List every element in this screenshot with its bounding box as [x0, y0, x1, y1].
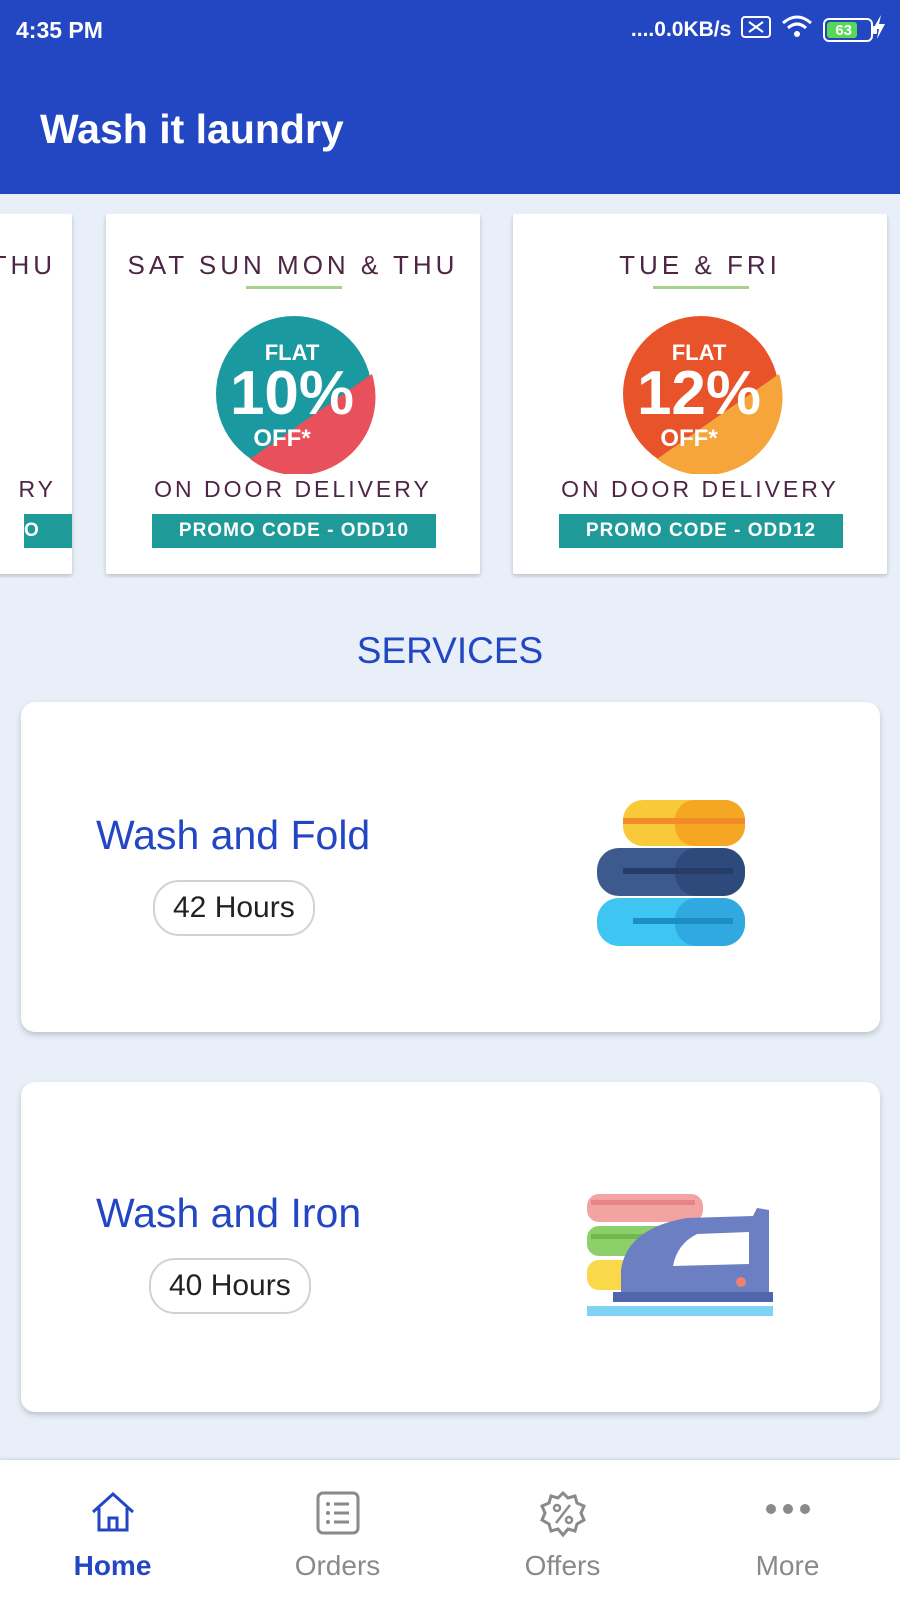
service-name: Wash and Fold — [96, 812, 371, 858]
badge-off-text: OFF* — [660, 425, 718, 452]
promo-card-12[interactable]: TUE & FRI FLAT 12% OFF* ON DOOR DELIVERY… — [513, 214, 887, 574]
discount-badge-icon — [539, 1490, 587, 1543]
promo-code: PROMO CODE - ODD12 — [559, 514, 843, 548]
sim-icon — [741, 16, 772, 44]
status-bar: 4:35 PM ....0.0KB/s 63 — [0, 0, 900, 62]
status-time: 4:35 PM — [16, 17, 103, 43]
home-icon — [89, 1490, 137, 1539]
badge-percent: 12% — [637, 359, 761, 428]
promo-card-10[interactable]: SAT SUN MON & THU FLAT 10% OFF* ON DOOR … — [106, 214, 480, 574]
promo-underline — [246, 286, 342, 289]
promo-delivery-text: ON DOOR DELIVERY — [561, 476, 839, 502]
promo-code: PROMO CODE - ODD10 — [152, 514, 436, 548]
promo-days: THU — [0, 250, 56, 280]
nav-label: Home — [73, 1550, 152, 1581]
services-heading: SERVICES — [356, 630, 544, 671]
service-name: Wash and Iron — [96, 1190, 362, 1236]
nav-item-offers[interactable]: Offers — [450, 1460, 675, 1600]
status-icons: ....0.0KB/s 63 — [631, 15, 886, 45]
service-hours-badge: 40 Hours — [149, 1258, 311, 1314]
promo-days: SAT SUN MON & THU — [127, 250, 459, 280]
nav-item-orders[interactable]: Orders — [225, 1460, 450, 1600]
nav-item-more[interactable]: More — [675, 1460, 900, 1600]
charging-icon — [872, 15, 886, 45]
nav-label: Orders — [294, 1550, 381, 1581]
app-bar: Wash it laundry — [0, 62, 900, 194]
nav-label: Offers — [524, 1550, 601, 1581]
iron-clothes-icon — [577, 1188, 777, 1333]
promo-delivery-text: ON DOOR DELIVERY — [154, 476, 432, 502]
nav-item-home[interactable]: Home — [0, 1460, 225, 1600]
promo-card-partial[interactable]: THU RY O — [0, 214, 72, 574]
service-card-wash-fold[interactable]: Wash and Fold 42 Hours — [21, 702, 880, 1032]
app-title: Wash it laundry — [40, 106, 344, 152]
bottom-navigation: Home Orders Offers More — [0, 1460, 900, 1600]
folded-towels-icon — [593, 794, 753, 959]
network-speed: ....0.0KB/s — [630, 18, 732, 41]
service-card-wash-iron[interactable]: Wash and Iron 40 Hours — [21, 1082, 880, 1412]
promo-underline — [653, 286, 749, 289]
battery-level: 63 — [835, 21, 852, 39]
wifi-icon — [781, 15, 813, 45]
promo-code: O — [24, 514, 72, 548]
promo-days: TUE & FRI — [619, 250, 781, 280]
more-dots-icon — [764, 1502, 812, 1521]
promo-delivery-text: RY — [18, 476, 56, 502]
promo-carousel[interactable]: THU RY O SAT SUN MON & THU FLAT 10% OFF*… — [0, 214, 900, 578]
list-icon — [315, 1490, 361, 1541]
discount-badge-10: FLAT 10% OFF* — [210, 314, 378, 479]
nav-label: More — [755, 1550, 820, 1581]
service-hours-badge: 42 Hours — [153, 880, 315, 936]
badge-percent: 10% — [230, 359, 354, 428]
discount-badge-12: FLAT 12% OFF* — [617, 314, 785, 479]
badge-off-text: OFF* — [253, 425, 311, 452]
